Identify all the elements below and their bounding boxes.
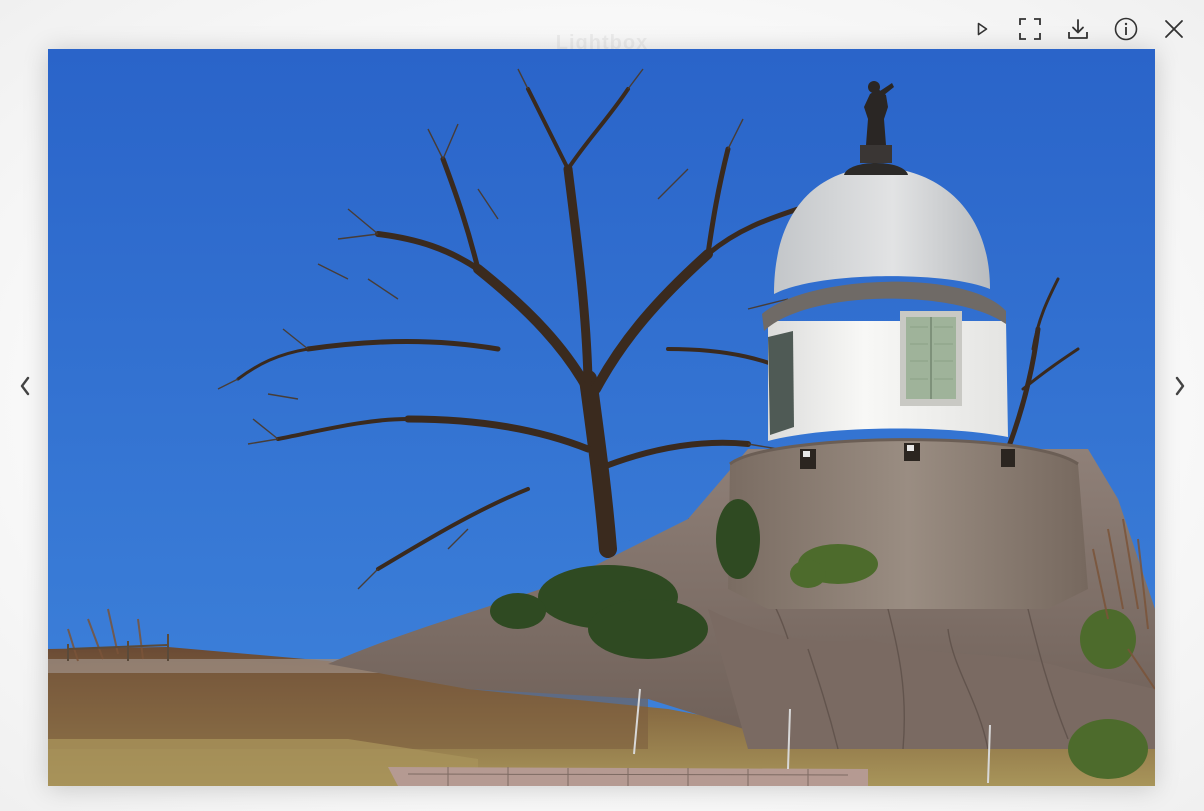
chevron-right-icon	[1175, 376, 1185, 396]
lightbox-viewer: Lightbox	[0, 0, 1204, 811]
play-icon	[977, 22, 988, 36]
lightbox-toolbar	[958, 14, 1198, 44]
download-icon	[1068, 19, 1088, 39]
photo	[48, 49, 1155, 786]
slideshow-play-button[interactable]	[958, 14, 1006, 44]
download-button[interactable]	[1054, 14, 1102, 44]
photo-canvas	[48, 49, 1155, 786]
fullscreen-icon	[1019, 18, 1041, 40]
close-icon	[1165, 20, 1183, 38]
next-image-button[interactable]	[1169, 368, 1191, 404]
info-button[interactable]	[1102, 14, 1150, 44]
previous-image-button[interactable]	[14, 368, 36, 404]
close-button[interactable]	[1150, 14, 1198, 44]
info-icon	[1114, 17, 1138, 41]
fullscreen-button[interactable]	[1006, 14, 1054, 44]
chevron-left-icon	[20, 376, 30, 396]
